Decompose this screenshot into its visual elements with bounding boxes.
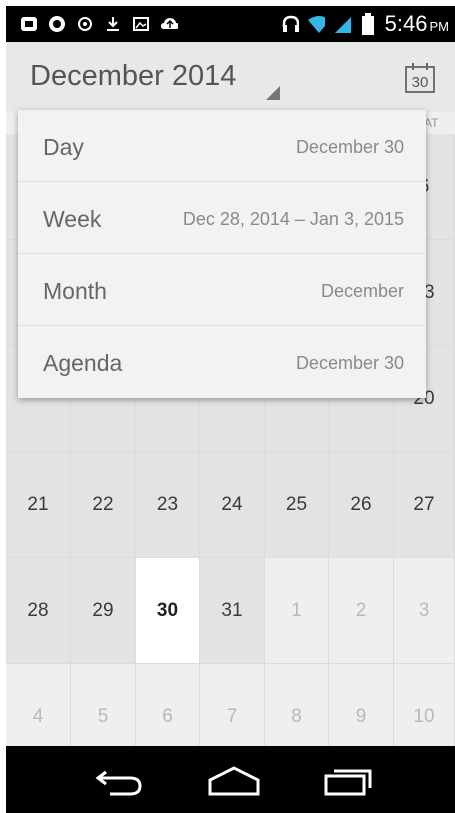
day-of-week-sat: AT: [424, 116, 439, 130]
photo-notification-icon: [20, 15, 38, 33]
recent-apps-icon: [324, 769, 372, 796]
calendar-day-number: 21: [27, 494, 49, 515]
today-button[interactable]: 30: [404, 62, 436, 94]
back-icon: [95, 770, 142, 796]
calendar-day-number: 9: [355, 706, 367, 727]
status-ampm: PM: [429, 19, 450, 34]
calendar-day-number: 7: [226, 706, 238, 727]
view-menu-item-month[interactable]: Month December: [18, 254, 426, 326]
wifi-icon: [307, 15, 325, 33]
avatar-notification-icon: [48, 15, 66, 33]
view-menu-item-week[interactable]: Week Dec 28, 2014 – Jan 3, 2015: [18, 182, 426, 254]
calendar-day-number: 31: [221, 600, 243, 621]
calendar-day-cell[interactable]: 25: [265, 452, 329, 558]
view-menu-item-label: Agenda: [43, 350, 123, 376]
calendar-week-row: 21 22 23 24 25 26 27: [6, 452, 455, 558]
view-menu-item-label: Month: [43, 278, 107, 304]
view-menu: Day December 30 Week Dec 28, 2014 – Jan …: [18, 110, 426, 398]
view-menu-item-day[interactable]: Day December 30: [18, 110, 426, 182]
calendar-day-cell[interactable]: 21: [6, 452, 71, 558]
calendar-day-cell[interactable]: 26: [329, 452, 394, 558]
headset-icon: [281, 15, 299, 33]
calendar-day-cell[interactable]: 31: [200, 558, 265, 664]
calendar-today-icon: 30: [405, 63, 435, 93]
calendar-day-number: 28: [27, 600, 49, 621]
calendar-day-number: 2: [355, 600, 367, 621]
action-bar: December 2014 30: [6, 42, 455, 112]
calendar-day-number: 4: [32, 706, 44, 727]
calendar-day-number: 26: [350, 494, 372, 515]
calendar-day-number: 24: [221, 494, 243, 515]
signal-icon: [333, 15, 351, 33]
view-menu-item-label: Week: [43, 206, 102, 232]
view-menu-item-label: Day: [43, 134, 84, 160]
calendar-day-cell[interactable]: 22: [71, 452, 136, 558]
cloud-upload-icon: [160, 15, 178, 33]
calendar-day-number: 25: [285, 494, 308, 515]
calendar-week-row: 28 29 30 31 1 2 3: [6, 558, 455, 664]
calendar-day-number: 22: [92, 494, 114, 515]
view-menu-item-detail: December 30: [295, 353, 404, 373]
calendar-day-cell[interactable]: 1: [265, 558, 329, 664]
calendar-day-number: 10: [413, 706, 435, 727]
home-button[interactable]: [204, 764, 264, 798]
status-bar: 5:46 PM: [6, 6, 455, 42]
calendar-day-cell[interactable]: 30: [136, 558, 200, 664]
recent-apps-button[interactable]: [320, 764, 380, 798]
calendar-day-cell[interactable]: 2: [329, 558, 394, 664]
image-notification-icon: [132, 15, 150, 33]
dropdown-caret-icon: [266, 86, 280, 100]
calendar-day-number: 23: [156, 494, 179, 515]
home-icon: [208, 766, 260, 796]
calendar-day-cell[interactable]: 23: [136, 452, 200, 558]
battery-icon: [359, 13, 377, 35]
calendar-day-number: 8: [291, 706, 302, 727]
calendar-day-cell[interactable]: 24: [200, 452, 265, 558]
calendar-day-number: 29: [92, 600, 114, 621]
view-menu-item-detail: December: [320, 281, 404, 301]
view-menu-item-detail: Dec 28, 2014 – Jan 3, 2015: [182, 209, 404, 229]
month-selector[interactable]: December 2014: [30, 60, 236, 93]
calendar-day-number: 27: [413, 494, 435, 515]
sync-notification-icon: [76, 15, 94, 33]
today-button-label: 30: [412, 74, 429, 91]
calendar-day-number: 3: [418, 600, 430, 621]
calendar-day-number: 5: [97, 706, 109, 727]
calendar-day-cell[interactable]: 29: [71, 558, 136, 664]
calendar-day-cell[interactable]: 28: [6, 558, 71, 664]
download-icon: [104, 15, 122, 33]
calendar-day-number: 1: [291, 600, 302, 621]
calendar-day-cell[interactable]: 27: [394, 452, 455, 558]
view-menu-item-detail: December 30: [295, 137, 404, 157]
calendar-day-number: 6: [162, 706, 173, 727]
calendar-day-number: 30: [156, 600, 179, 621]
navigation-bar: [6, 746, 455, 813]
back-button[interactable]: [90, 764, 150, 798]
calendar-day-cell[interactable]: 3: [394, 558, 455, 664]
view-menu-item-agenda[interactable]: Agenda December 30: [18, 326, 426, 398]
status-time: 5:46 PM: [384, 11, 450, 36]
